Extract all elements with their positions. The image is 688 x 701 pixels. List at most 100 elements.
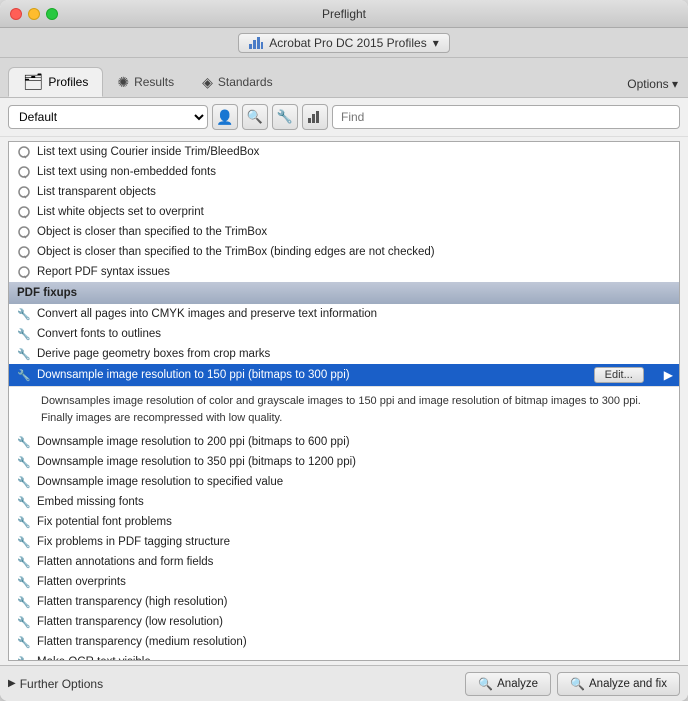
tab-profiles-label: Profiles	[48, 75, 88, 89]
list-item[interactable]: 🔧 Flatten transparency (low resolution)	[9, 612, 679, 632]
wrench-icon: 🔧	[15, 366, 33, 384]
list-container[interactable]: List text using Courier inside Trim/Blee…	[9, 142, 679, 660]
list-item[interactable]: 🔧 Convert all pages into CMYK images and…	[9, 304, 679, 324]
list-item[interactable]: List transparent objects	[9, 182, 679, 202]
edit-profile-button[interactable]: 👤	[212, 104, 238, 130]
chevron-right-icon: ▶	[8, 678, 16, 689]
item-text: Flatten transparency (medium resolution)	[37, 636, 247, 648]
item-description: Downsamples image resolution of color an…	[9, 386, 679, 432]
selected-item-text: Downsample image resolution to 150 ppi (…	[37, 369, 594, 381]
close-button[interactable]	[10, 8, 22, 20]
list-item[interactable]: 🔧 Flatten transparency (high resolution)	[9, 592, 679, 612]
list-item[interactable]: 🔧 Flatten overprints	[9, 572, 679, 592]
analyze-button[interactable]: 🔍 Analyze	[465, 672, 551, 696]
list-item[interactable]: 🔧 Downsample image resolution to specifi…	[9, 472, 679, 492]
wrench-icon: 🔧	[15, 453, 33, 471]
minimize-button[interactable]	[28, 8, 40, 20]
item-text: Downsample image resolution to 350 ppi (…	[37, 456, 356, 468]
item-text: Flatten annotations and form fields	[37, 556, 213, 568]
list-item[interactable]: 🔧 Convert fonts to outlines	[9, 324, 679, 344]
item-text: List text using non-embedded fonts	[37, 166, 216, 178]
section-header-pdf-fixups: PDF fixups	[9, 282, 679, 304]
check-icon	[15, 223, 33, 241]
item-text: Flatten transparency (high resolution)	[37, 596, 228, 608]
item-text: List text using Courier inside Trim/Blee…	[37, 146, 259, 158]
tab-standards-label: Standards	[218, 75, 273, 89]
window-title: Preflight	[322, 7, 366, 21]
expand-arrow-icon: ▶	[664, 368, 673, 382]
check-icon	[15, 263, 33, 281]
item-text: Fix problems in PDF tagging structure	[37, 536, 230, 548]
item-text: Object is closer than specified to the T…	[37, 246, 435, 258]
wrench-icon: 🔧	[277, 109, 293, 125]
options-button[interactable]: Options ▾	[627, 77, 678, 91]
further-options-button[interactable]: ▶ Further Options	[8, 677, 103, 691]
tab-profiles[interactable]: 🗂 Profiles	[8, 67, 103, 97]
list-item[interactable]: Object is closer than specified to the T…	[9, 222, 679, 242]
list-item[interactable]: 🔧 Downsample image resolution to 200 ppi…	[9, 432, 679, 452]
profile-dropdown[interactable]: Acrobat Pro DC 2015 Profiles ▾	[238, 33, 449, 53]
results-icon: ✺	[117, 74, 129, 91]
wrench-icon: 🔧	[15, 305, 33, 323]
wrench-icon: 🔧	[15, 633, 33, 651]
item-text: Convert fonts to outlines	[37, 328, 161, 340]
item-text: Object is closer than specified to the T…	[37, 226, 267, 238]
tab-results[interactable]: ✺ Results	[103, 67, 188, 97]
wrench-icon: 🔧	[15, 433, 33, 451]
list-item[interactable]: 🔧 Embed missing fonts	[9, 492, 679, 512]
analyze-label: Analyze	[497, 678, 538, 690]
wrench-icon: 🔧	[15, 593, 33, 611]
description-text: Downsamples image resolution of color an…	[41, 395, 641, 424]
action-buttons: 🔍 Analyze 🔍 Analyze and fix	[465, 672, 680, 696]
search-button[interactable]: 🔍	[242, 104, 268, 130]
analyze-search-icon: 🔍	[478, 677, 493, 691]
list-item[interactable]: 🔧 Flatten transparency (medium resolutio…	[9, 632, 679, 652]
bottom-bar: ▶ Further Options 🔍 Analyze 🔍 Analyze an…	[0, 665, 688, 701]
list-item[interactable]: Report PDF syntax issues	[9, 262, 679, 282]
profile-dropdown-arrow: ▾	[433, 36, 439, 50]
window: Preflight Acrobat Pro DC 2015 Profiles ▾…	[0, 0, 688, 701]
wrench-icon: 🔧	[15, 345, 33, 363]
analyze-fix-search-icon: 🔍	[570, 677, 585, 691]
list-item[interactable]: Object is closer than specified to the T…	[9, 242, 679, 262]
list-item[interactable]: 🔧 Downsample image resolution to 350 ppi…	[9, 452, 679, 472]
list-item[interactable]: 🔧 Fix potential font problems	[9, 512, 679, 532]
settings-button[interactable]: 🔧	[272, 104, 298, 130]
item-text: List white objects set to overprint	[37, 206, 204, 218]
profile-bar-chart-icon	[249, 37, 263, 49]
toolbar: Default 👤 🔍 🔧	[0, 98, 688, 137]
search-input[interactable]	[332, 105, 680, 129]
edit-button[interactable]: Edit...	[594, 367, 644, 383]
maximize-button[interactable]	[46, 8, 58, 20]
list-item[interactable]: List white objects set to overprint	[9, 202, 679, 222]
list-item[interactable]: 🔧 Make OCR text visible	[9, 652, 679, 660]
analyze-fix-button[interactable]: 🔍 Analyze and fix	[557, 672, 680, 696]
item-text: Fix potential font problems	[37, 516, 172, 528]
list-item[interactable]: List text using Courier inside Trim/Blee…	[9, 142, 679, 162]
further-options-label: Further Options	[20, 677, 103, 691]
analyze-fix-label: Analyze and fix	[589, 678, 667, 690]
item-text: Flatten transparency (low resolution)	[37, 616, 223, 628]
item-text: Make OCR text visible	[37, 656, 151, 660]
wrench-icon: 🔧	[15, 573, 33, 591]
selected-item-container: 🔧 Downsample image resolution to 150 ppi…	[9, 364, 679, 432]
wrench-icon: 🔧	[15, 473, 33, 491]
wrench-icon: 🔧	[15, 513, 33, 531]
list-item[interactable]: 🔧 Derive page geometry boxes from crop m…	[9, 344, 679, 364]
tab-standards[interactable]: ◈ Standards	[188, 67, 286, 97]
item-text: Embed missing fonts	[37, 496, 144, 508]
chart-button[interactable]	[302, 104, 328, 130]
list-item[interactable]: List text using non-embedded fonts	[9, 162, 679, 182]
profiles-icon: 🗂	[23, 72, 43, 92]
list-item[interactable]: 🔧 Fix problems in PDF tagging structure	[9, 532, 679, 552]
selected-list-item[interactable]: 🔧 Downsample image resolution to 150 ppi…	[9, 364, 679, 386]
item-text: Flatten overprints	[37, 576, 126, 588]
item-text: Report PDF syntax issues	[37, 266, 170, 278]
item-text: Convert all pages into CMYK images and p…	[37, 308, 377, 320]
profile-select[interactable]: Default	[8, 105, 208, 129]
list-item[interactable]: 🔧 Flatten annotations and form fields	[9, 552, 679, 572]
wrench-icon: 🔧	[15, 613, 33, 631]
wrench-icon: 🔧	[15, 325, 33, 343]
profile-dropdown-label: Acrobat Pro DC 2015 Profiles	[269, 36, 426, 50]
section-header-label: PDF fixups	[17, 287, 77, 299]
